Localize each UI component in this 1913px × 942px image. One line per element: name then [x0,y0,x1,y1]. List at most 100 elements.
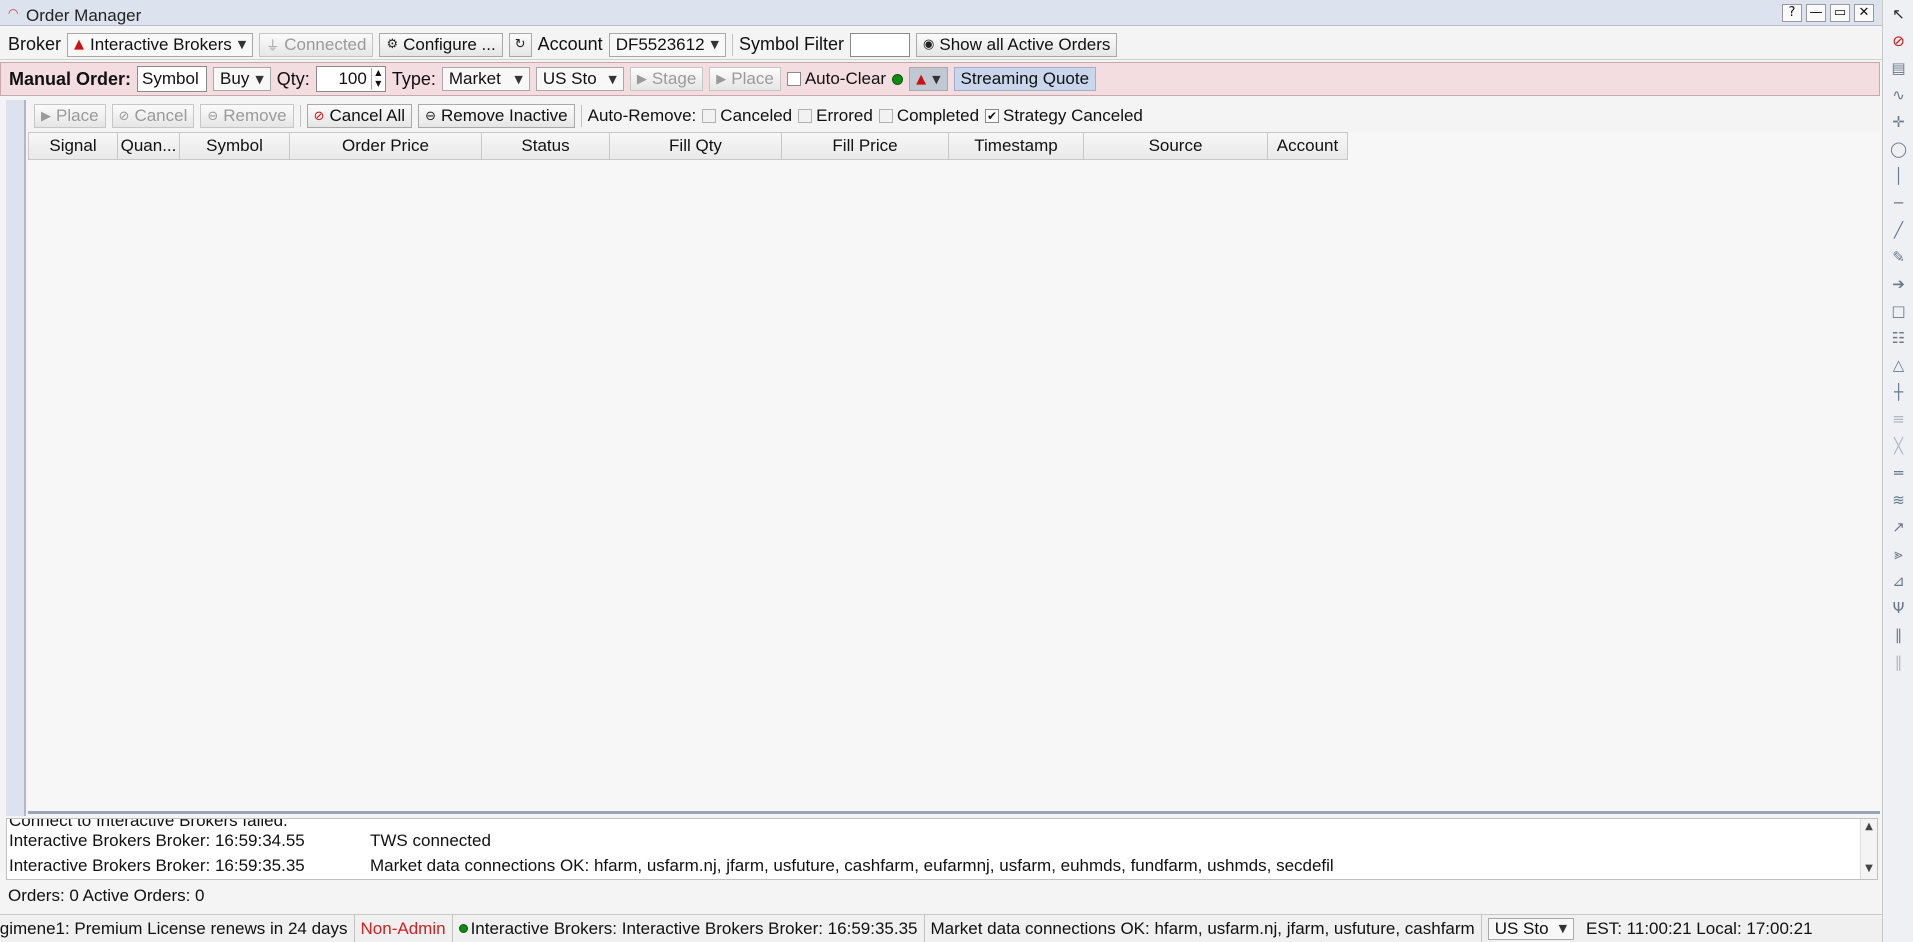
column-header-signal[interactable]: Signal [28,132,118,160]
streaming-quote-button[interactable]: Streaming Quote [953,67,1097,91]
status-market-select[interactable]: US Sto ▼ [1487,917,1575,940]
maximize-icon[interactable]: ▭ [1830,4,1850,22]
regression-icon[interactable]: ∥ [1883,621,1913,648]
pitchfork-icon[interactable]: Ψ [1883,594,1913,621]
strategy-canceled-box[interactable]: ✔ [985,109,1000,123]
column-header-status[interactable]: Status [482,132,610,160]
minimize-icon[interactable]: — [1806,4,1826,22]
stage-button[interactable]: ▶ Stage [629,67,704,91]
remove-icon: ⊖ [207,108,219,124]
chevron-down-icon: ▼ [932,72,941,86]
order-actions-toolbar: ▶ Place ⊘ Cancel ⊖ Remove ⊘ Cancel All ⊖… [28,102,1880,130]
column-header-symbol[interactable]: Symbol [180,132,290,160]
ruler-icon[interactable]: ┼ [1883,378,1913,405]
log-scrollbar[interactable]: ▲ ▼ [1860,819,1877,879]
show-all-active-orders-button[interactable]: ◉ Show all Active Orders [916,32,1118,57]
symbol-input[interactable]: Symbol [137,66,208,92]
channel-icon[interactable]: ═ [1883,459,1913,486]
broker-select[interactable]: ▲ Interactive Brokers ▼ [67,32,254,57]
connection-status-dot [458,924,468,933]
log-row: Connect to Interactive Brokers failed. [9,819,288,831]
time-cycles-icon[interactable]: ‖ [1883,648,1913,675]
column-header-order-price[interactable]: Order Price [290,132,482,160]
completed-box[interactable] [878,109,893,123]
no-entry-icon[interactable]: ⊘ [1883,27,1913,54]
broker-label: Broker [8,34,62,54]
ellipse-icon[interactable]: ◯ [1883,135,1913,162]
chevron-down-icon: ▼ [514,72,523,86]
cancel-order-button[interactable]: ⊘ Cancel [111,104,195,128]
auto-remove-label: Auto-Remove: [587,106,697,125]
chevron-down-icon: ▼ [255,72,264,86]
account-value: DF5523612 [615,34,705,54]
orders-grid[interactable]: Signal Quan... Symbol Order Price Status… [28,132,1880,814]
auto-clear-box[interactable] [786,72,801,86]
ray-icon[interactable]: ↗ [1883,513,1913,540]
fan-icon[interactable]: ⪢ [1883,540,1913,567]
column-header-timestamp[interactable]: Timestamp [949,132,1084,160]
cancel-all-button[interactable]: ⊘ Cancel All [306,104,413,128]
account-label: Account [537,34,603,54]
scroll-track[interactable] [1861,835,1877,861]
strategy-canceled-checkbox[interactable]: ✔ Strategy Canceled [985,106,1143,126]
qty-value: 100 [338,69,367,88]
place-order-button[interactable]: ▶ Place [34,104,106,128]
canceled-checkbox[interactable]: Canceled [702,106,792,126]
connected-button[interactable]: ⏚ Connected [259,32,374,57]
clock: EST: 11:00:21 Local: 17:00:21 [1586,918,1813,938]
gann-icon[interactable]: ⊿ [1883,567,1913,594]
canceled-box[interactable] [702,109,717,123]
horizontal-line-icon[interactable]: ─ [1883,189,1913,216]
errored-checkbox[interactable]: Errored [798,106,873,126]
remove-order-button[interactable]: ⊖ Remove [200,104,294,128]
symbol-filter-input[interactable] [850,32,911,57]
crosshair-icon[interactable]: ✛ [1883,108,1913,135]
column-header-source[interactable]: Source [1084,132,1268,160]
order-type-select[interactable]: Market ▼ [441,67,530,91]
column-header-fill-price[interactable]: Fill Price [782,132,949,160]
pattern-icon[interactable]: ≋ [1883,486,1913,513]
log-panel[interactable]: Connect to Interactive Brokers failed. I… [6,818,1878,880]
account-select[interactable]: DF5523612 ▼ [608,32,726,57]
log-message: Market data connections OK: hfarm, usfar… [370,856,1334,875]
qty-stepper-arrows[interactable]: ▲ ▼ [370,68,385,90]
configure-button[interactable]: ⚙ Configure ... [379,32,503,57]
cross-line-icon[interactable]: ╳ [1883,432,1913,459]
scroll-down-icon[interactable]: ▼ [1861,861,1877,877]
place-order-label: Place [56,106,99,125]
text-note-icon[interactable]: ☷ [1883,324,1913,351]
side-select[interactable]: Buy ▼ [213,67,271,91]
qty-label: Qty: [276,68,310,89]
auto-clear-label: Auto-Clear [804,69,887,88]
qty-stepper[interactable]: 100 ▲ ▼ [315,66,386,92]
vertical-line-icon[interactable]: │ [1883,162,1913,189]
rectangle-icon[interactable]: □ [1883,297,1913,324]
curve-icon[interactable]: ∿ [1883,81,1913,108]
column-header-account[interactable]: Account [1268,132,1348,160]
market-select[interactable]: US Sto ▼ [535,67,624,91]
help-icon[interactable]: ? [1782,4,1802,22]
arrow-up-icon[interactable]: ▲ [372,68,385,79]
cursor-icon[interactable]: ↖ [1883,0,1913,27]
pencil-icon[interactable]: ✎ [1883,243,1913,270]
calendar-icon[interactable]: ▤ [1883,54,1913,81]
column-header-quantity[interactable]: Quan... [118,132,180,160]
scroll-up-icon[interactable]: ▲ [1861,819,1877,835]
remove-inactive-button[interactable]: ⊖ Remove Inactive [418,104,575,128]
trend-line-icon[interactable]: ╱ [1883,216,1913,243]
errored-box[interactable] [798,109,813,123]
place-button[interactable]: ▶ Place [709,67,781,91]
log-source: Interactive Brokers Broker: 16:59:34.55 [9,831,305,850]
auto-clear-checkbox[interactable]: Auto-Clear [786,69,887,89]
refresh-button[interactable]: ↻ [508,32,532,57]
remove-icon: ⊖ [425,108,436,124]
ib-logo-icon: ▲ [916,71,927,87]
fib-levels-icon[interactable]: ≡ [1883,405,1913,432]
column-header-fill-qty[interactable]: Fill Qty [610,132,782,160]
triangle-icon[interactable]: △ [1883,351,1913,378]
close-icon[interactable]: ✕ [1854,4,1874,22]
arrow-down-icon[interactable]: ▼ [372,79,385,90]
arrow-right-icon[interactable]: ➔ [1883,270,1913,297]
quote-source-select[interactable]: ▲ ▼ [909,67,948,91]
completed-checkbox[interactable]: Completed [878,106,979,126]
